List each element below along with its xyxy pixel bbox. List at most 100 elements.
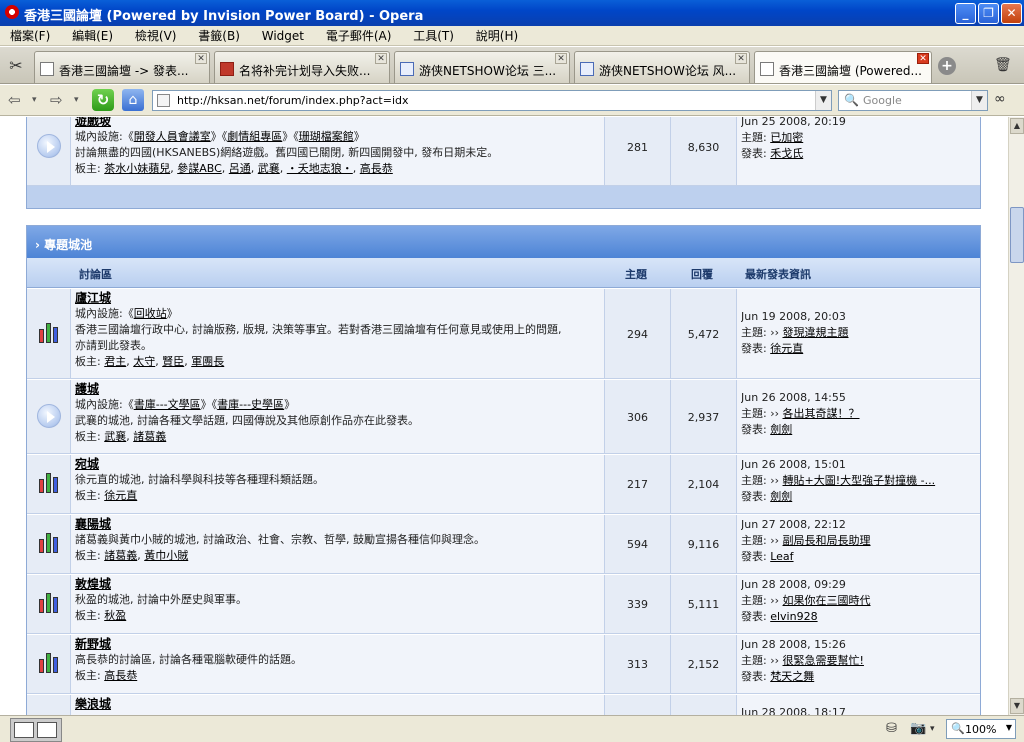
menu-tools[interactable]: 工具(T) (403, 26, 462, 44)
panels-toggle-icon[interactable] (10, 718, 62, 742)
transfer-icon[interactable]: ⛁ (886, 721, 897, 736)
camera-icon[interactable]: 📷 (910, 721, 926, 736)
forum-name[interactable]: 廬江城 (75, 291, 604, 306)
scroll-thumb[interactable] (1010, 207, 1024, 263)
last-poster-link[interactable]: 劍劍 (770, 490, 792, 503)
back-history-icon[interactable]: ▾ (32, 95, 37, 105)
last-topic-link[interactable]: 發現違規主題 (783, 326, 849, 339)
close-tab-icon[interactable]: ✕ (917, 53, 929, 64)
tools-icon[interactable]: ✂ (2, 53, 30, 79)
trash-icon[interactable]: 🗑 (994, 57, 1012, 75)
menu-bookmarks[interactable]: 書籤(B) (188, 26, 248, 44)
vertical-scrollbar[interactable]: ▲ ▼ (1008, 117, 1024, 715)
forum-name[interactable]: 遊戲坡 (75, 117, 604, 129)
window-title: 香港三國論壇 (Powered by Invision Power Board)… (24, 9, 424, 24)
moderator-link[interactable]: 武襄 (104, 430, 126, 443)
moderators-label: 板主: (75, 669, 101, 682)
voice-glasses-icon[interactable]: ∞ (994, 91, 1006, 107)
moderator-link[interactable]: 君主 (104, 355, 126, 368)
close-tab-icon[interactable]: ✕ (195, 53, 207, 64)
moderator-link[interactable]: 參謀ABC (177, 162, 222, 175)
forward-icon[interactable]: ⇨ (50, 91, 63, 109)
moderator-link[interactable]: 諸葛義 (133, 430, 166, 443)
address-field[interactable]: http://hksan.net/forum/index.php?act=idx… (152, 90, 832, 111)
subforum-link[interactable]: 回收站 (134, 307, 167, 320)
tab-5-active[interactable]: 香港三國論壇 (Powered... ✕ (754, 51, 932, 83)
tab-2[interactable]: 名将补完计划导入失败... ✕ (214, 51, 390, 83)
minimize-button[interactable]: _ (955, 3, 976, 24)
last-post-cell: Jun 28 2008, 09:29 主題: ›› 如果你在三國時代 發表: e… (737, 575, 980, 633)
zoom-dropdown-icon[interactable]: ▼ (1006, 723, 1012, 732)
scroll-down-icon[interactable]: ▼ (1010, 698, 1024, 714)
moderator-link[interactable]: 呂通 (229, 162, 251, 175)
menu-edit[interactable]: 編輯(E) (62, 26, 121, 44)
last-poster-link[interactable]: 梵天之舞 (770, 670, 814, 683)
category-header[interactable]: › 專題城池 (27, 226, 980, 258)
scroll-up-icon[interactable]: ▲ (1010, 118, 1024, 134)
last-poster-link[interactable]: 徐元直 (770, 342, 803, 355)
back-icon[interactable]: ⇦ (8, 91, 21, 109)
menu-file[interactable]: 檔案(F) (0, 26, 58, 44)
moderator-link[interactable]: 武襄 (258, 162, 280, 175)
close-tab-icon[interactable]: ✕ (555, 53, 567, 64)
forum-name[interactable]: 新野城 (75, 637, 604, 652)
moderator-link[interactable]: 賢臣 (162, 355, 184, 368)
last-topic-link[interactable]: 如果你在三國時代 (783, 594, 871, 607)
moderator-link[interactable]: 徐元直 (104, 489, 137, 502)
tab-3[interactable]: 游侠NETSHOW论坛 三... ✕ (394, 51, 570, 83)
moderator-link[interactable]: ・夭地志狼・ (287, 162, 353, 175)
last-topic-line: 主題: ›› 各出其奇謀！？ (741, 407, 860, 420)
subforum-link[interactable]: 書庫---史學區 (217, 398, 284, 411)
close-tab-icon[interactable]: ✕ (375, 53, 387, 64)
forum-name[interactable]: 宛城 (75, 457, 604, 472)
moderator-link[interactable]: 高長恭 (360, 162, 393, 175)
tab-1[interactable]: 香港三國論壇 -> 發表... ✕ (34, 51, 210, 83)
last-poster-link[interactable]: elvin928 (770, 610, 817, 623)
last-topic-link[interactable]: 各出其奇謀！？ (783, 407, 860, 420)
moderator-link[interactable]: 太守 (133, 355, 155, 368)
dropdown-icon[interactable]: ▾ (930, 724, 935, 734)
subforum-link[interactable]: 劇情組專區 (227, 130, 282, 143)
last-poster-link[interactable]: 劍劍 (770, 423, 792, 436)
subforum-line: 城內設施:《書庫---文學區》《書庫---史學區》 (75, 398, 296, 411)
forward-history-icon[interactable]: ▾ (74, 95, 79, 105)
zoom-control[interactable]: 🔍 100% ▼ (946, 719, 1016, 739)
menu-widget[interactable]: Widget (252, 26, 312, 44)
last-poster-link[interactable]: Leaf (770, 550, 793, 563)
reload-icon[interactable]: ↻ (92, 89, 114, 111)
last-topic-link[interactable]: 已加密 (770, 131, 803, 144)
forum-name[interactable]: 敦煌城 (75, 577, 604, 592)
subforum-link[interactable]: 珊瑚檔案館 (299, 130, 354, 143)
last-topic-line: 主題: 已加密 (741, 130, 980, 146)
subforum-link[interactable]: 開發人員會議室 (134, 130, 211, 143)
tab-4[interactable]: 游侠NETSHOW论坛 风... ✕ (574, 51, 750, 83)
moderator-link[interactable]: 軍團長 (191, 355, 224, 368)
close-tab-icon[interactable]: ✕ (735, 53, 747, 64)
forum-name[interactable]: 樂浪城 (75, 697, 604, 712)
close-button[interactable]: ✕ (1001, 3, 1022, 24)
moderator-link[interactable]: 黃巾小賊 (144, 549, 188, 562)
moderator-link[interactable]: 秋盈 (104, 609, 126, 622)
search-dropdown-icon[interactable]: ▼ (971, 91, 987, 110)
search-field[interactable]: 🔍 Google ▼ (838, 90, 988, 111)
last-topic-link[interactable]: 很緊急需要幫忙! (783, 654, 864, 667)
maximize-button[interactable]: ❐ (978, 3, 999, 24)
moderator-link[interactable]: 茶水小妹蘋兒 (104, 162, 170, 175)
address-dropdown-icon[interactable]: ▼ (815, 91, 831, 110)
menu-help[interactable]: 說明(H) (466, 26, 526, 44)
forum-category: › 專題城池 討論區 主題 回覆 最新發表資訊 廬江城 城內設施:《回收站》 香… (26, 225, 981, 715)
new-tab-icon[interactable]: + (938, 57, 956, 75)
last-topic-link[interactable]: 副局長和局長助理 (783, 534, 871, 547)
home-icon[interactable]: ⌂ (122, 89, 144, 111)
icon-cell (27, 635, 71, 693)
subforum-link[interactable]: 書庫---文學區 (134, 398, 201, 411)
last-poster-line: 發表: 禾戈氏 (741, 146, 980, 162)
last-topic-link[interactable]: 轉貼+大圖!大型強子對撞機 -... (783, 474, 936, 487)
moderator-link[interactable]: 諸葛義 (104, 549, 137, 562)
forum-name[interactable]: 襄陽城 (75, 517, 604, 532)
last-poster-link[interactable]: 禾戈氏 (770, 147, 803, 160)
menu-mail[interactable]: 電子郵件(A) (316, 26, 400, 44)
moderator-link[interactable]: 高長恭 (104, 669, 137, 682)
menu-view[interactable]: 檢視(V) (125, 26, 185, 44)
forum-name[interactable]: 護城 (75, 382, 604, 397)
